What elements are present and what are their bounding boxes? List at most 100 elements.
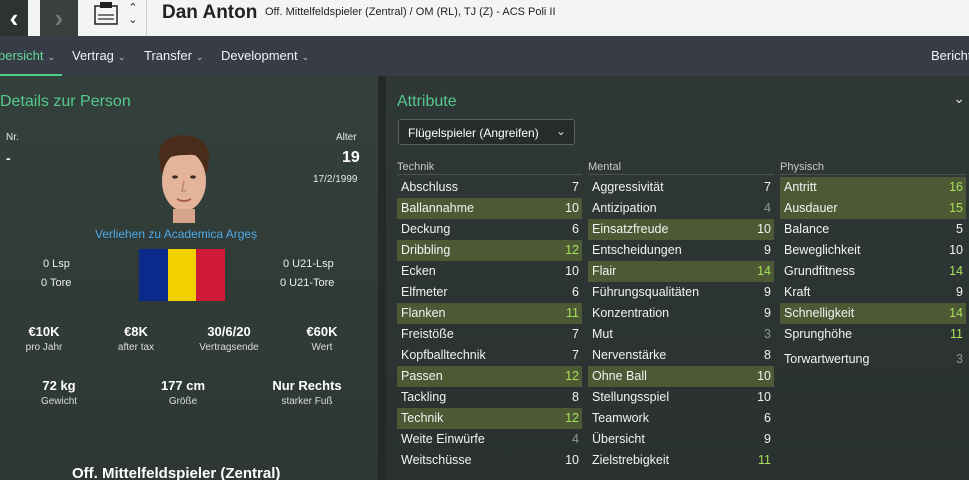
attribute-value: 4 xyxy=(572,432,579,446)
weight-value: 72 kg xyxy=(42,378,76,393)
attribute-row[interactable]: Tackling 8 xyxy=(397,387,582,408)
attribute-name: Entscheidungen xyxy=(592,243,682,257)
attribute-name: Zielstrebigkeit xyxy=(592,453,670,467)
u21-caps-count: 0 U21-Lsp xyxy=(283,258,334,270)
attribute-row[interactable]: Flair 14 xyxy=(588,261,774,282)
attribute-row[interactable]: Elfmeter 6 xyxy=(397,282,582,303)
attribute-row[interactable]: Aggressivität 7 xyxy=(588,177,774,198)
tab-development[interactable]: Development ⌄ xyxy=(221,36,309,76)
attribute-value: 3 xyxy=(764,327,771,341)
tab-vertrag[interactable]: Vertrag ⌄ xyxy=(72,36,125,76)
attribute-name: Flair xyxy=(592,264,617,278)
attribute-row[interactable]: Kopfballtechnik 7 xyxy=(397,345,582,366)
attribute-value: 6 xyxy=(764,411,771,425)
strong-foot-value: Nur Rechts xyxy=(272,378,342,393)
details-title: Details zur Person xyxy=(0,93,131,110)
attribute-row[interactable]: Torwartwertung 3 xyxy=(780,349,966,370)
strong-foot-label: starker Fuß xyxy=(281,396,333,407)
attribute-value: 7 xyxy=(572,348,579,362)
attribute-row[interactable]: Weite Einwürfe 4 xyxy=(397,429,582,450)
attribute-row[interactable]: Dribbling 12 xyxy=(397,240,582,261)
tab-transfer[interactable]: Transfer ⌄ xyxy=(144,36,203,76)
attribute-name: Antritt xyxy=(784,180,817,194)
attribute-name: Grundfitness xyxy=(784,264,855,278)
attribute-value: 9 xyxy=(764,306,771,320)
chevron-down-icon[interactable]: ⌄ xyxy=(953,90,965,107)
forward-button[interactable]: › xyxy=(40,0,78,36)
attribute-value: 10 xyxy=(757,369,771,383)
attribute-value: 7 xyxy=(764,180,771,194)
attribute-value: 11 xyxy=(566,306,579,320)
attribute-row[interactable]: Entscheidungen 9 xyxy=(588,240,774,261)
club-crest-icon xyxy=(94,2,118,25)
attribute-name: Deckung xyxy=(401,222,451,236)
flag-stripe-blue xyxy=(139,249,168,301)
attribute-name: Übersicht xyxy=(592,432,645,446)
attribute-row[interactable]: Abschluss 7 xyxy=(397,177,582,198)
attribute-name: Weitschüsse xyxy=(401,453,472,467)
attribute-value: 10 xyxy=(757,390,771,404)
attribute-row[interactable]: Sprunghöhe 11 xyxy=(780,324,966,345)
attribute-row[interactable]: Deckung 6 xyxy=(397,219,582,240)
attribute-value: 8 xyxy=(764,348,771,362)
loan-status-link[interactable]: Verliehen zu Academica Argeș xyxy=(95,227,257,241)
attribute-row[interactable]: Führungsqualitäten 9 xyxy=(588,282,774,303)
attribute-row[interactable]: Antizipation 4 xyxy=(588,198,774,219)
attribute-row[interactable]: Schnelligkeit 14 xyxy=(780,303,966,324)
after-tax-value: €8K xyxy=(124,324,148,339)
tab-bericht[interactable]: Bericht xyxy=(931,36,969,76)
attribute-row[interactable]: Zielstrebigkeit 11 xyxy=(588,450,774,471)
attribute-name: Führungsqualitäten xyxy=(592,285,700,299)
column-heading-mental: Mental xyxy=(588,161,622,173)
attribute-row[interactable]: Ballannahme 10 xyxy=(397,198,582,219)
switch-player-arrows[interactable]: ⌃ ⌄ xyxy=(126,0,140,36)
attribute-row[interactable]: Ecken 10 xyxy=(397,261,582,282)
chevron-down-icon: ⌄ xyxy=(117,52,126,62)
attribute-row[interactable]: Antritt 16 xyxy=(780,177,966,198)
attribute-row[interactable]: Passen 12 xyxy=(397,366,582,387)
birth-date: 17/2/1999 xyxy=(313,174,358,185)
attribute-value: 4 xyxy=(764,201,771,215)
attribute-value: 6 xyxy=(572,222,579,236)
attribute-row[interactable]: Ohne Ball 10 xyxy=(588,366,774,387)
column-heading-physisch: Physisch xyxy=(780,161,825,173)
attribute-row[interactable]: Freistöße 7 xyxy=(397,324,582,345)
attribute-row[interactable]: Übersicht 9 xyxy=(588,429,774,450)
attribute-name: Sprunghöhe xyxy=(784,327,853,341)
attribute-value: 9 xyxy=(764,285,771,299)
chevron-up-icon[interactable]: ⌃ xyxy=(126,2,140,14)
attribute-value: 14 xyxy=(757,264,771,278)
attribute-row[interactable]: Konzentration 9 xyxy=(588,303,774,324)
attribute-name: Tackling xyxy=(401,390,447,404)
nr-label: Nr. xyxy=(6,132,19,143)
attribute-row[interactable]: Flanken 11 xyxy=(397,303,582,324)
attribute-row[interactable]: Ausdauer 15 xyxy=(780,198,966,219)
tab-uebersicht[interactable]: bersicht ⌄ xyxy=(0,36,55,76)
attribute-row[interactable]: Balance 5 xyxy=(780,219,966,240)
attribute-row[interactable]: Teamwork 6 xyxy=(588,408,774,429)
attribute-row[interactable]: Nervenstärke 8 xyxy=(588,345,774,366)
attribute-value: 7 xyxy=(572,180,579,194)
attribute-row[interactable]: Beweglichkeit 10 xyxy=(780,240,966,261)
attribute-value: 16 xyxy=(949,180,963,194)
divider xyxy=(146,0,147,36)
attribute-row[interactable]: Einsatzfreude 10 xyxy=(588,219,774,240)
tab-label: Transfer xyxy=(144,48,192,63)
attribute-value: 8 xyxy=(572,390,579,404)
attribute-name: Ausdauer xyxy=(784,201,838,215)
chevron-down-icon[interactable]: ⌄ xyxy=(126,14,140,26)
attribute-row[interactable]: Kraft 9 xyxy=(780,282,966,303)
attribute-row[interactable]: Mut 3 xyxy=(588,324,774,345)
attribute-value: 15 xyxy=(949,201,963,215)
back-button[interactable]: ‹ xyxy=(0,0,28,36)
position-title: Off. Mittelfeldspieler (Zentral) xyxy=(72,465,281,480)
attribute-name: Nervenstärke xyxy=(592,348,667,362)
role-select[interactable]: Flügelspieler (Angreifen) ⌄ xyxy=(398,119,575,145)
attribute-row[interactable]: Stellungsspiel 10 xyxy=(588,387,774,408)
attribute-name: Kraft xyxy=(784,285,811,299)
attribute-row[interactable]: Weitschüsse 10 xyxy=(397,450,582,471)
attribute-row[interactable]: Technik 12 xyxy=(397,408,582,429)
attribute-row[interactable]: Grundfitness 14 xyxy=(780,261,966,282)
column-rule xyxy=(780,174,966,175)
details-panel: Details zur Person Nr. - Alter 19 17/2/1… xyxy=(0,76,378,480)
